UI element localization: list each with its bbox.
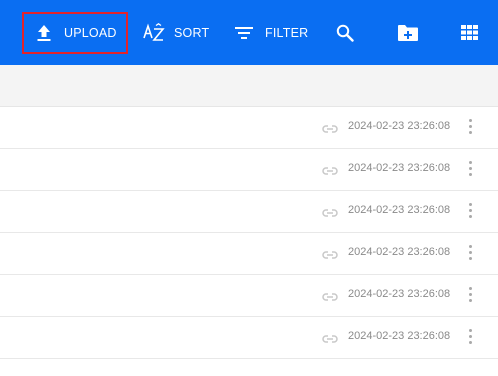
link-icon[interactable] xyxy=(322,247,338,265)
search-icon xyxy=(336,24,354,42)
more-options-icon[interactable] xyxy=(466,159,476,179)
search-button[interactable] xyxy=(336,0,354,65)
more-options-icon[interactable] xyxy=(466,117,476,137)
file-row[interactable]: 2024-02-23 23:26:08 xyxy=(0,317,498,359)
file-date: 2024-02-23 23:26:08 xyxy=(348,288,451,300)
file-date: 2024-02-23 23:26:08 xyxy=(348,246,451,258)
file-row[interactable]: 2024-02-23 23:26:08 xyxy=(0,107,498,149)
upload-label: UPLOAD xyxy=(64,26,117,40)
file-list: 2024-02-23 23:26:08 2024-02-23 23:26:08 … xyxy=(0,107,498,359)
filter-label: FILTER xyxy=(265,25,309,40)
list-header xyxy=(0,65,498,107)
upload-button[interactable]: UPLOAD xyxy=(22,12,128,54)
file-row[interactable]: 2024-02-23 23:26:08 xyxy=(0,275,498,317)
filter-icon xyxy=(235,26,253,40)
file-row[interactable]: 2024-02-23 23:26:08 xyxy=(0,149,498,191)
grid-view-button[interactable] xyxy=(461,0,478,65)
more-options-icon[interactable] xyxy=(466,327,476,347)
more-options-icon[interactable] xyxy=(466,201,476,221)
grid-view-icon xyxy=(461,25,478,40)
sort-az-icon xyxy=(143,22,165,43)
new-folder-button[interactable] xyxy=(397,0,419,65)
link-icon[interactable] xyxy=(322,121,338,139)
more-options-icon[interactable] xyxy=(466,243,476,263)
link-icon[interactable] xyxy=(322,331,338,349)
file-row[interactable]: 2024-02-23 23:26:08 xyxy=(0,191,498,233)
upload-icon xyxy=(36,24,52,42)
folder-plus-icon xyxy=(397,24,419,42)
file-date: 2024-02-23 23:26:08 xyxy=(348,120,451,132)
file-date: 2024-02-23 23:26:08 xyxy=(348,330,451,342)
sort-label: SORT xyxy=(174,25,210,40)
link-icon[interactable] xyxy=(322,205,338,223)
filter-button[interactable]: FILTER xyxy=(235,0,308,65)
link-icon[interactable] xyxy=(322,163,338,181)
file-date: 2024-02-23 23:26:08 xyxy=(348,162,451,174)
sort-button[interactable]: SORT xyxy=(143,0,209,65)
more-options-icon[interactable] xyxy=(466,285,476,305)
toolbar: UPLOAD SORT FILTER xyxy=(0,0,498,65)
file-date: 2024-02-23 23:26:08 xyxy=(348,204,451,216)
link-icon[interactable] xyxy=(322,289,338,307)
file-row[interactable]: 2024-02-23 23:26:08 xyxy=(0,233,498,275)
